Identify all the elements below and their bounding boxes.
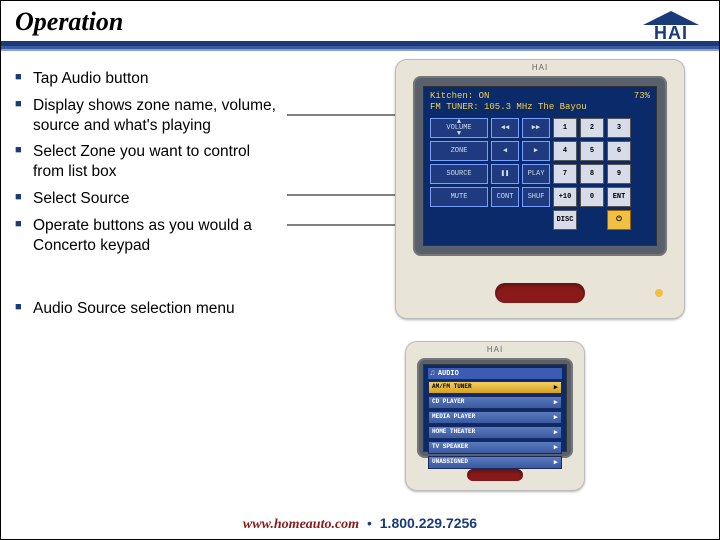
device-bezel: ♫ AUDIO AM/FM TUNER▶ CD PLAYER▶ MEDIA PL… bbox=[417, 358, 573, 458]
list-item: Select Zone you want to control from lis… bbox=[15, 142, 285, 182]
num-4[interactable]: 4 bbox=[553, 141, 577, 161]
list-item: Tap Audio button bbox=[15, 69, 285, 89]
source-option[interactable]: UNASSIGNED▶ bbox=[428, 456, 562, 469]
source-status: FM TUNER: 105.3 MHz The Bayou bbox=[430, 102, 650, 112]
disc-button[interactable]: DISC bbox=[553, 210, 577, 230]
volume-rocker[interactable]: ▲ VOLUME ▼ bbox=[430, 118, 488, 138]
footer-url: www.homeauto.com bbox=[243, 517, 359, 532]
touchscreen-device: HAI Kitchen: ON 73% FM TUNER: 105.3 MHz … bbox=[395, 59, 685, 319]
chevron-right-icon: ▶ bbox=[554, 443, 558, 452]
ffwd-button[interactable]: ▶▶ bbox=[522, 118, 550, 138]
num-0[interactable]: 0 bbox=[580, 187, 604, 207]
source-option[interactable]: TV SPEAKER▶ bbox=[428, 441, 562, 454]
zone-status: Kitchen: ON bbox=[430, 91, 489, 101]
enter-button[interactable]: ENT bbox=[607, 187, 631, 207]
brand-logo: HAI bbox=[643, 11, 699, 44]
menu-title-text: AUDIO bbox=[438, 370, 459, 378]
chevron-right-icon: ▶ bbox=[554, 458, 558, 467]
touchscreen-device-small: HAI ♫ AUDIO AM/FM TUNER▶ CD PLAYER▶ MEDI… bbox=[405, 341, 585, 491]
num-1[interactable]: 1 bbox=[553, 118, 577, 138]
keypad: ▲ VOLUME ▼ ◀◀ ▶▶ 1 2 3 ZONE ◀ ▶ 4 5 6 SO… bbox=[430, 118, 650, 230]
chevron-right-icon: ▶ bbox=[554, 383, 558, 392]
brand-text: HAI bbox=[643, 23, 699, 44]
list-item: Select Source bbox=[15, 189, 285, 209]
num-3[interactable]: 3 bbox=[607, 118, 631, 138]
volume-status: 73% bbox=[634, 91, 650, 101]
prev-button[interactable]: ◀ bbox=[491, 141, 519, 161]
device-brand: HAI bbox=[395, 59, 685, 74]
chevron-right-icon: ▶ bbox=[554, 428, 558, 437]
source-option[interactable]: CD PLAYER▶ bbox=[428, 396, 562, 409]
source-option[interactable]: HOME THEATER▶ bbox=[428, 426, 562, 439]
next-button[interactable]: ▶ bbox=[522, 141, 550, 161]
num-2[interactable]: 2 bbox=[580, 118, 604, 138]
rewind-button[interactable]: ◀◀ bbox=[491, 118, 519, 138]
source-option[interactable]: AM/FM TUNER▶ bbox=[428, 381, 562, 394]
page-title: Operation bbox=[15, 7, 705, 37]
chevron-right-icon: ▶ bbox=[554, 398, 558, 407]
chevron-right-icon: ▶ bbox=[554, 413, 558, 422]
footer: www.homeauto.com • 1.800.229.7256 bbox=[1, 515, 719, 533]
list-item: Audio Source selection menu bbox=[15, 299, 285, 319]
device-bezel: Kitchen: ON 73% FM TUNER: 105.3 MHz The … bbox=[413, 76, 667, 256]
pause-button[interactable]: ❚❚ bbox=[491, 164, 519, 184]
device-screen: ♫ AUDIO AM/FM TUNER▶ CD PLAYER▶ MEDIA PL… bbox=[423, 364, 567, 452]
home-button[interactable] bbox=[467, 469, 523, 481]
menu-title: ♫ AUDIO bbox=[428, 368, 562, 379]
list-item: Display shows zone name, volume, source … bbox=[15, 96, 285, 136]
num-6[interactable]: 6 bbox=[607, 141, 631, 161]
num-8[interactable]: 8 bbox=[580, 164, 604, 184]
num-plus10[interactable]: +10 bbox=[553, 187, 577, 207]
num-5[interactable]: 5 bbox=[580, 141, 604, 161]
music-note-icon: ♫ bbox=[430, 369, 435, 378]
num-7[interactable]: 7 bbox=[553, 164, 577, 184]
num-9[interactable]: 9 bbox=[607, 164, 631, 184]
play-button[interactable]: PLAY bbox=[522, 164, 550, 184]
source-button[interactable]: SOURCE bbox=[430, 164, 488, 184]
zone-button[interactable]: ZONE bbox=[430, 141, 488, 161]
bullet-list: Tap Audio button Display shows zone name… bbox=[15, 69, 285, 325]
footer-phone: 1.800.229.7256 bbox=[380, 515, 477, 531]
mute-button[interactable]: MUTE bbox=[430, 187, 488, 207]
led-indicator bbox=[655, 289, 663, 297]
separator-dot: • bbox=[363, 515, 376, 531]
source-option[interactable]: MEDIA PLAYER▶ bbox=[428, 411, 562, 424]
shuffle-button[interactable]: SHUF bbox=[522, 187, 550, 207]
list-item: Operate buttons as you would a Concerto … bbox=[15, 216, 285, 256]
home-button[interactable] bbox=[495, 283, 585, 303]
cont-button[interactable]: CONT bbox=[491, 187, 519, 207]
power-button[interactable]: ⏻ bbox=[607, 210, 631, 230]
device-screen: Kitchen: ON 73% FM TUNER: 105.3 MHz The … bbox=[423, 86, 657, 246]
device-brand: HAI bbox=[405, 341, 585, 356]
